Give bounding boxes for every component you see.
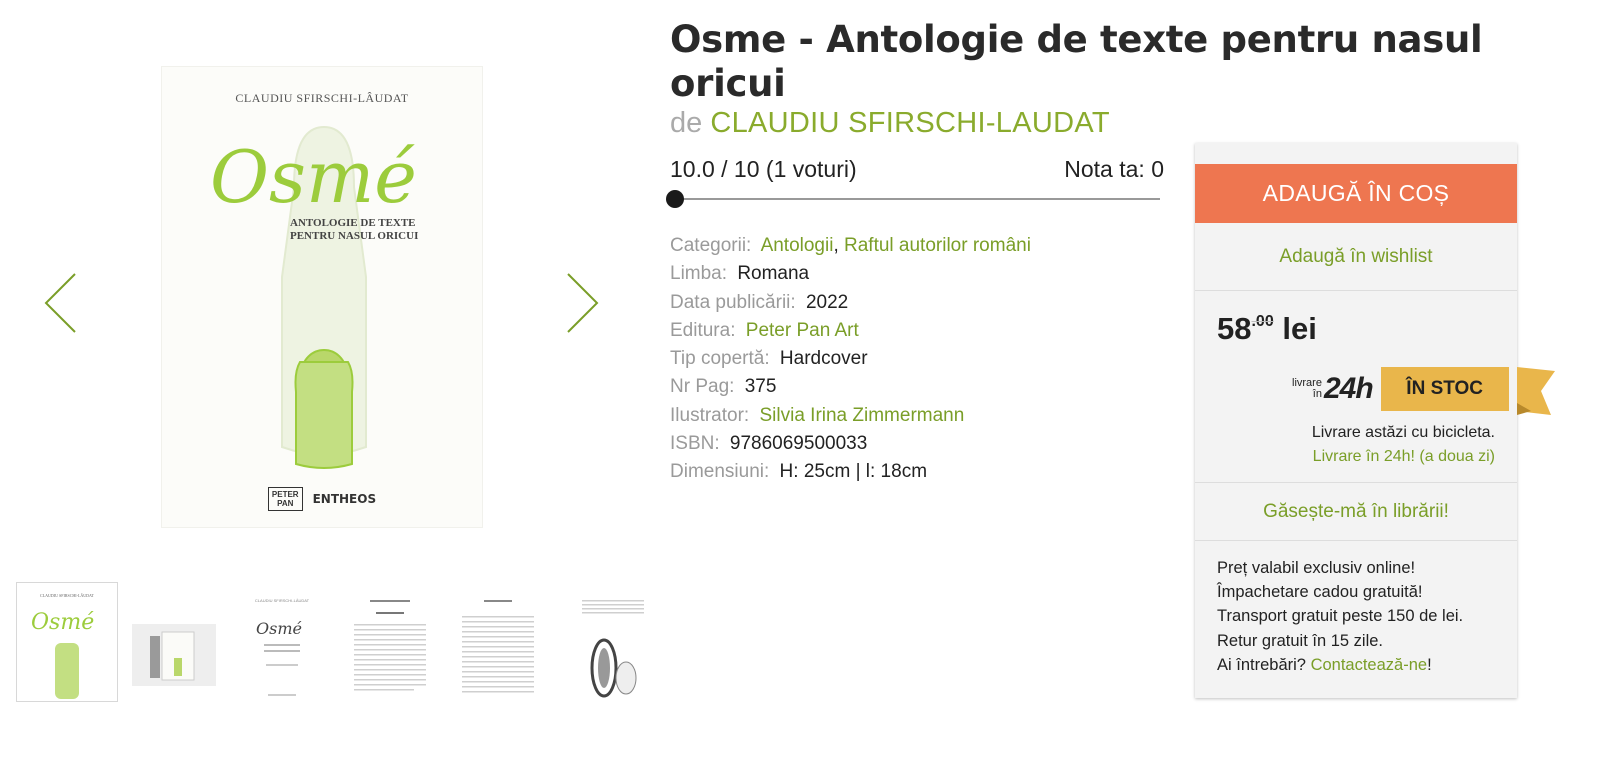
divider bbox=[1195, 540, 1517, 541]
rating-slider-handle[interactable] bbox=[666, 190, 684, 208]
svg-text:CLAUDIU SFIRSCHI-LÂUDAT: CLAUDIU SFIRSCHI-LÂUDAT bbox=[255, 598, 310, 603]
detail-illustrator: Ilustrator: Silvia Irina Zimmermann bbox=[670, 402, 1190, 430]
thumbnail-book-3d[interactable] bbox=[124, 582, 226, 702]
price-decimals: .00 bbox=[1251, 313, 1274, 330]
rating-slider-track bbox=[674, 198, 1160, 200]
svg-text:Osmé: Osmé bbox=[256, 619, 302, 638]
questions-prefix: Ai întrebări? bbox=[1217, 655, 1306, 674]
language-value: Romana bbox=[737, 263, 810, 285]
add-to-wishlist-link[interactable]: Adaugă în wishlist bbox=[1195, 223, 1517, 291]
thumbnail-text-page-1[interactable] bbox=[340, 582, 442, 702]
category-link-raftul[interactable]: Raftul autorilor români bbox=[844, 235, 1031, 256]
cover-publisher-logos: PETER PAN ENTHEOS bbox=[162, 487, 482, 511]
dimensions-label: Dimensiuni: bbox=[670, 461, 770, 483]
thumbnail-cover[interactable]: CLAUDIU SFIRSCHI-LÂUDAT Osmé bbox=[16, 582, 118, 702]
author-line: de CLAUDIU SFIRSCHI-LAUDAT bbox=[670, 106, 1170, 140]
chevron-right-icon bbox=[567, 273, 599, 333]
questions-line: Ai întrebări? Contactează-ne! bbox=[1217, 653, 1463, 677]
publisher-label: Editura: bbox=[670, 319, 736, 341]
cover-type-label: Tip copertă: bbox=[670, 348, 770, 370]
perk-item: Retur gratuit în 15 zile. bbox=[1217, 631, 1383, 650]
thumbnail-strip: CLAUDIU SFIRSCHI-LÂUDAT Osmé CLAUDIU SFI… bbox=[16, 582, 658, 702]
delivery-24h-link[interactable]: Livrare în 24h! (a doua zi) bbox=[1312, 445, 1495, 469]
cover-author-text: CLAUDIU SFIRSCHI-LÂUDAT bbox=[235, 91, 409, 105]
delivery-24h-logo: livrare în 24h bbox=[1292, 372, 1374, 406]
livrare-small-2: în bbox=[1312, 388, 1322, 400]
pub-date-label: Data publicării: bbox=[670, 291, 796, 313]
pub-date-value: 2022 bbox=[805, 291, 849, 313]
cover-type-value: Hardcover bbox=[779, 348, 868, 370]
price-currency: lei bbox=[1282, 311, 1317, 346]
detail-pub-date: Data publicării: 2022 bbox=[670, 289, 1190, 317]
rating-score: 10.0 / 10 (1 voturi) bbox=[670, 156, 857, 182]
illustrator-link[interactable]: Silvia Irina Zimmermann bbox=[759, 405, 964, 426]
entheos-logo: ENTHEOS bbox=[312, 492, 377, 506]
cover-title-text: Osmé bbox=[210, 135, 417, 219]
isbn-label: ISBN: bbox=[670, 433, 720, 455]
perk-item: Transport gratuit peste 150 de lei. bbox=[1217, 607, 1464, 626]
livrare-big: 24h bbox=[1323, 372, 1374, 405]
pages-value: 375 bbox=[744, 376, 777, 398]
illustrator-label: Ilustrator: bbox=[670, 404, 750, 426]
thumbnail-text-page-2[interactable] bbox=[448, 582, 550, 702]
product-title: Osme - Antologie de texte pentru nasul o… bbox=[670, 18, 1483, 105]
product-info: Osme - Antologie de texte pentru nasul o… bbox=[670, 18, 1483, 140]
detail-language: Limba: Romana bbox=[670, 260, 1190, 288]
peter-pan-logo: PETER PAN bbox=[267, 487, 303, 511]
ribbon-tail-icon bbox=[1517, 367, 1555, 415]
delivery-info: Livrare astăzi cu bicicleta. Livrare în … bbox=[1312, 421, 1495, 469]
add-to-cart-button[interactable]: ADAUGĂ ÎN COȘ bbox=[1195, 164, 1517, 223]
category-link-antologii[interactable]: Antologii bbox=[761, 235, 834, 256]
stock-badge: ÎN STOC bbox=[1380, 367, 1509, 411]
perk-item: Preț valabil exclusiv online! bbox=[1217, 559, 1416, 577]
author-prefix: de bbox=[670, 107, 703, 139]
main-cover-image[interactable]: CLAUDIU SFIRSCHI-LÂUDAT Osmé ANTOLOGIE D… bbox=[161, 66, 483, 528]
svg-text:CLAUDIU SFIRSCHI-LÂUDAT: CLAUDIU SFIRSCHI-LÂUDAT bbox=[40, 593, 94, 598]
gallery-prev-button[interactable] bbox=[42, 272, 82, 334]
delivery-badge: livrare în 24h ÎN STOC bbox=[1292, 367, 1509, 411]
product-details: Categorii: Antologii, Raftul autorilor r… bbox=[670, 232, 1190, 487]
price-integer: 58 bbox=[1217, 311, 1252, 346]
detail-categories: Categorii: Antologii, Raftul autorilor r… bbox=[670, 232, 1190, 260]
categories-label: Categorii: bbox=[670, 235, 752, 256]
thumbnail-bottle-page[interactable] bbox=[556, 582, 658, 702]
rating-slider[interactable] bbox=[666, 190, 1160, 208]
cover-subtitle-text: ANTOLOGIE DE TEXTE PENTRU NASUL ORICUI bbox=[290, 217, 419, 242]
detail-publisher: Editura: Peter Pan Art bbox=[670, 317, 1190, 345]
questions-suffix: ! bbox=[1427, 655, 1432, 674]
chevron-left-icon bbox=[44, 273, 76, 333]
isbn-value: 9786069500033 bbox=[729, 433, 868, 455]
detail-pages: Nr Pag: 375 bbox=[670, 373, 1190, 401]
dimensions-value: H: 25cm | l: 18cm bbox=[779, 461, 928, 483]
svg-text:Osmé: Osmé bbox=[31, 610, 94, 635]
rating-row: 10.0 / 10 (1 voturi) Nota ta: 0 bbox=[670, 156, 1164, 183]
gallery-next-button[interactable] bbox=[562, 272, 602, 334]
detail-cover-type: Tip copertă: Hardcover bbox=[670, 345, 1190, 373]
detail-isbn: ISBN: 9786069500033 bbox=[670, 430, 1190, 458]
contact-link[interactable]: Contactează-ne bbox=[1311, 656, 1428, 674]
user-rating: Nota ta: 0 bbox=[1064, 156, 1164, 182]
pages-label: Nr Pag: bbox=[670, 376, 735, 398]
price: 58.00 lei bbox=[1217, 311, 1317, 347]
publisher-link[interactable]: Peter Pan Art bbox=[746, 320, 859, 341]
author-link[interactable]: CLAUDIU SFIRSCHI-LAUDAT bbox=[710, 107, 1110, 139]
buy-box: ADAUGĂ ÎN COȘ Adaugă în wishlist 58.00 l… bbox=[1195, 143, 1555, 698]
find-in-stores-link[interactable]: Găsește-mă în librării! bbox=[1195, 483, 1517, 540]
thumbnail-title-page[interactable]: CLAUDIU SFIRSCHI-LÂUDAT Osmé bbox=[232, 582, 334, 702]
perk-item: Împachetare cadou gratuită! bbox=[1217, 583, 1423, 602]
delivery-today-text: Livrare astăzi cu bicicleta. bbox=[1311, 424, 1495, 441]
product-gallery: CLAUDIU SFIRSCHI-LÂUDAT Osmé ANTOLOGIE D… bbox=[0, 0, 658, 770]
perks-list: Preț valabil exclusiv online! Împachetar… bbox=[1217, 556, 1463, 677]
language-label: Limba: bbox=[670, 263, 728, 285]
categories-separator: , bbox=[833, 235, 839, 256]
detail-dimensions: Dimensiuni: H: 25cm | l: 18cm bbox=[670, 458, 1190, 486]
